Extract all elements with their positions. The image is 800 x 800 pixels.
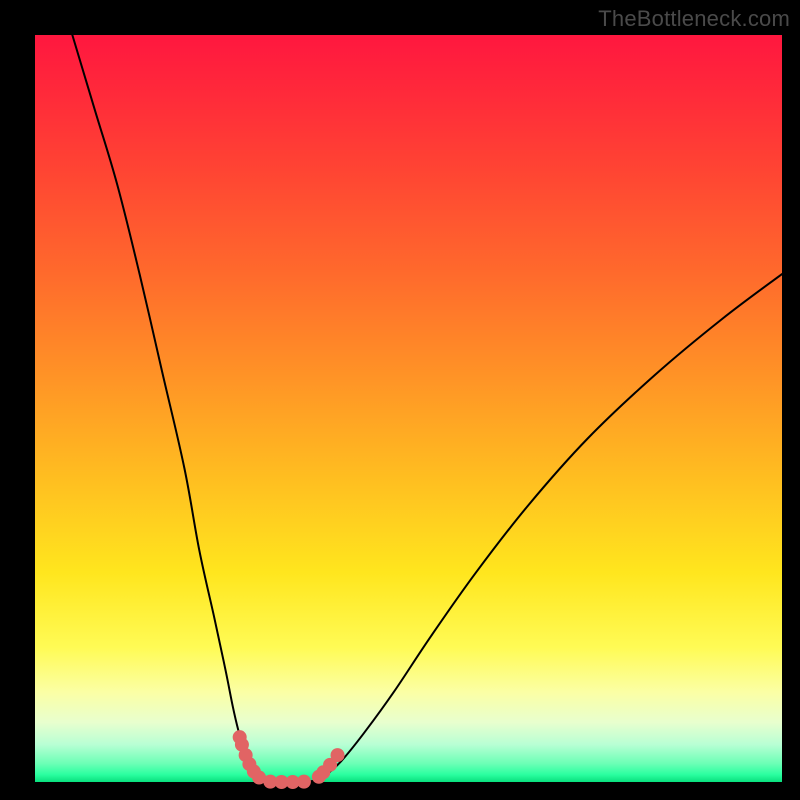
chart-frame: TheBottleneck.com — [0, 0, 800, 800]
curve-svg — [35, 35, 782, 782]
curve-marker — [297, 775, 311, 789]
watermark-label: TheBottleneck.com — [598, 6, 790, 32]
bottleneck-curves — [72, 35, 782, 782]
bottleneck-curve-path — [72, 35, 782, 782]
curve-marker — [331, 748, 345, 762]
plot-area — [35, 35, 782, 782]
curve-markers — [233, 730, 345, 789]
